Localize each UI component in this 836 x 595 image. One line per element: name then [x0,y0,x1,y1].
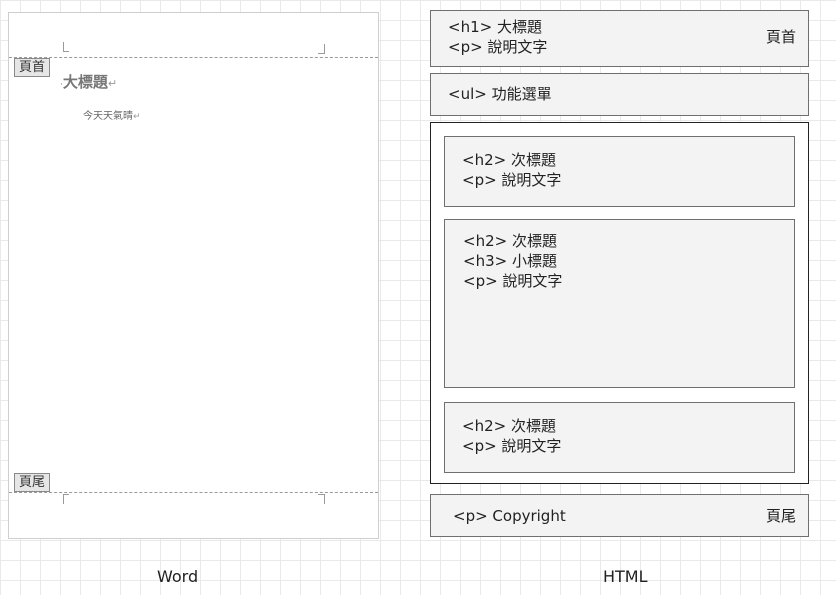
word-header-tag: 頁首 [14,58,51,77]
html-footer-tag: 頁尾 [765,507,796,525]
section-3-content: <h2> 次標題 <p> 說明文字 [462,416,561,456]
p-line: <p> 說明文字 [463,272,563,290]
word-footer-tag: 頁尾 [14,473,51,492]
crop-mark-bottom-right [318,494,325,504]
section-1-content: <h2> 次標題 <p> 說明文字 [462,150,561,190]
crop-mark-bottom-left [63,494,69,504]
section-2-content: <h2> 次標題 <h3> 小標題 <p> 說明文字 [463,231,562,291]
h2-line: <h2> 次標題 [463,232,557,250]
word-title-line: ·大標題↵ [60,71,117,92]
p-line: <p> 說明文字 [462,171,562,189]
html-nav-box: <ul> 功能選單 [430,73,809,116]
word-caption: Word [157,567,199,586]
footer-p-line: <p> Copyright [453,507,566,525]
header-boundary-line [9,57,378,58]
h2-line: <h2> 次標題 [462,151,556,169]
p-line: <p> 說明文字 [448,38,548,56]
crop-mark-top-right [318,44,325,54]
h3-line: <h3> 小標題 [463,252,557,270]
html-header-tag: 頁首 [765,28,796,46]
p-line: <p> 說明文字 [462,437,562,455]
html-section-3: <h2> 次標題 <p> 說明文字 [444,402,795,473]
html-footer-box: <p> Copyright 頁尾 [430,494,809,537]
word-body-text: 今天天氣晴 [83,111,133,122]
h2-line: <h2> 次標題 [462,417,556,435]
footer-boundary-line [9,492,378,493]
paragraph-mark-icon: ↵ [107,77,118,90]
html-section-2: <h2> 次標題 <h3> 小標題 <p> 說明文字 [444,219,795,388]
word-title: 大標題 [62,73,108,91]
paragraph-mark-icon: ↵ [133,112,141,122]
html-caption: HTML [603,567,648,586]
ul-line: <ul> 功能選單 [448,85,552,103]
html-section-1: <h2> 次標題 <p> 說明文字 [444,136,795,207]
html-header-box: <h1> 大標題 <p> 說明文字 頁首 [430,10,809,67]
html-header-content: <h1> 大標題 <p> 說明文字 [448,17,547,57]
word-body-line: 今天天氣晴↵ [83,107,141,122]
h1-line: <h1> 大標題 [448,18,542,36]
crop-mark-top-left [63,42,69,52]
